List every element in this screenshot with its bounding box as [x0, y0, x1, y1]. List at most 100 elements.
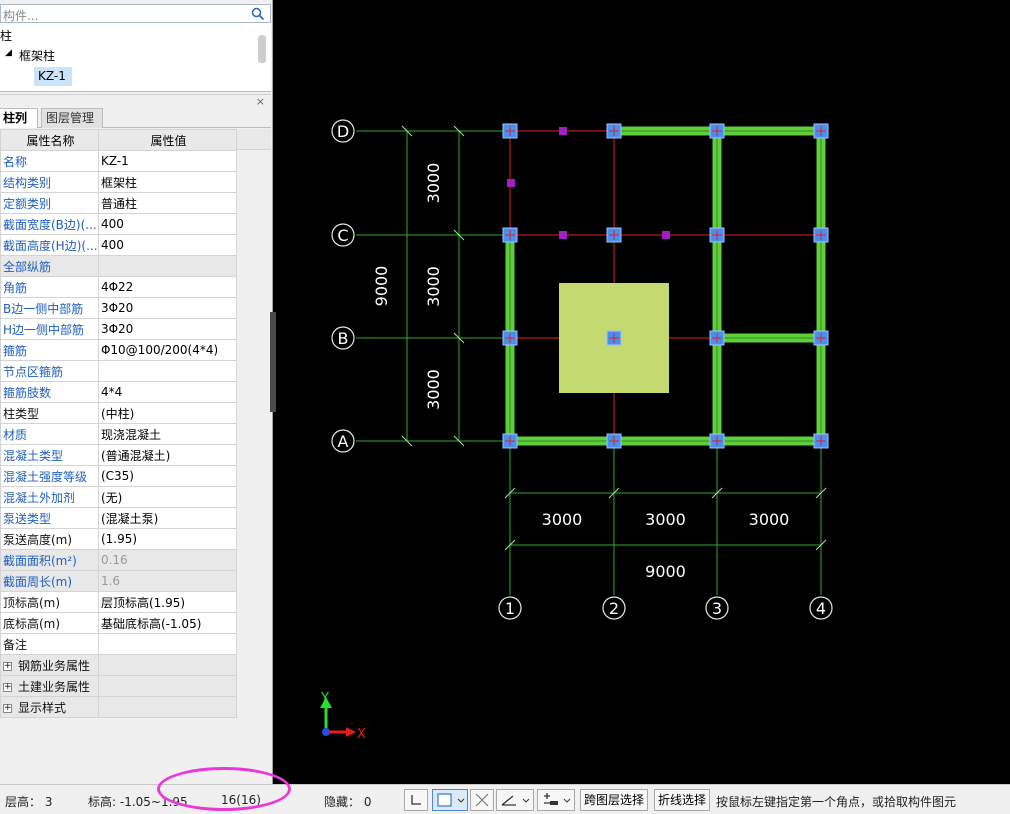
- row-value[interactable]: [97, 633, 238, 655]
- row-value[interactable]: 4*4: [97, 381, 238, 403]
- row-value[interactable]: 普通柱: [97, 192, 238, 214]
- close-icon[interactable]: ×: [256, 95, 265, 108]
- box-select-icon[interactable]: [432, 789, 468, 811]
- table-row[interactable]: 箍筋肢数 4*4: [0, 381, 238, 403]
- expand-plus-icon[interactable]: +: [3, 682, 12, 692]
- table-row[interactable]: 泵送高度(m) (1.95): [0, 528, 238, 550]
- row-name: 全部纵筋: [0, 255, 99, 277]
- row-name: 箍筋肢数: [0, 381, 99, 403]
- table-row[interactable]: 混凝土强度等级 (C35): [0, 465, 238, 487]
- row-value[interactable]: 层顶标高(1.95): [97, 591, 238, 613]
- row-value[interactable]: [97, 360, 238, 382]
- search-box[interactable]: 构件...: [0, 4, 271, 23]
- row-name: 泵送类型: [0, 507, 99, 529]
- group-display[interactable]: + 显示样式: [0, 696, 99, 718]
- table-row[interactable]: 名称 KZ-1: [0, 150, 238, 172]
- table-row[interactable]: 定额类别 普通柱: [0, 192, 238, 214]
- row-value[interactable]: 现浇混凝土: [97, 423, 238, 445]
- row-value[interactable]: Φ10@100/200(4*4): [97, 339, 238, 361]
- table-row[interactable]: 截面宽度(B边)(... 400: [0, 213, 238, 235]
- polyline-select-button[interactable]: 折线选择: [654, 789, 711, 811]
- row-name: B边一侧中部筋: [0, 297, 99, 319]
- table-row[interactable]: 底标高(m) 基础底标高(-1.05): [0, 612, 238, 634]
- expand-plus-icon[interactable]: +: [3, 661, 12, 671]
- purple-marker: [559, 231, 567, 239]
- row-value[interactable]: 3Φ20: [97, 318, 238, 340]
- group-label: 显示样式: [18, 700, 67, 715]
- row-value: 0.16: [97, 549, 238, 571]
- panel-splitter[interactable]: ×: [0, 94, 271, 108]
- row-value[interactable]: KZ-1: [97, 150, 238, 172]
- row-value[interactable]: (1.95): [97, 528, 238, 550]
- table-row[interactable]: H边一侧中部筋 3Φ20: [0, 318, 238, 340]
- axis-label-row: B: [338, 329, 349, 348]
- ortho-mode-icon[interactable]: [404, 789, 428, 811]
- table-row[interactable]: 截面高度(H边)(... 400: [0, 234, 238, 256]
- table-row-group[interactable]: + 土建业务属性: [0, 675, 238, 697]
- search-icon[interactable]: [251, 7, 265, 21]
- row-name: 混凝土类型: [0, 444, 99, 466]
- purple-marker: [507, 179, 515, 187]
- tab-layer-management[interactable]: 图层管理: [41, 108, 103, 128]
- row-value[interactable]: (普通混凝土): [97, 444, 238, 466]
- status-bar: 层高： 3 标高: -1.05~1.95 16(16) 隐藏： 0 跨图层选择 …: [0, 784, 1010, 814]
- row-name: 顶标高(m): [0, 591, 99, 613]
- collapse-triangle-icon[interactable]: ◢: [5, 48, 12, 58]
- table-row[interactable]: 柱类型 (中柱): [0, 402, 238, 424]
- tree-root-label[interactable]: 柱: [0, 27, 12, 44]
- table-row[interactable]: 截面周长(m) 1.6: [0, 570, 238, 592]
- row-value[interactable]: (无): [97, 486, 238, 508]
- cross-select-icon[interactable]: [470, 789, 494, 811]
- app-window: 构件... 柱 ◢ 框架柱 KZ-1 × 柱列表 图层管理 属性名称 属性值: [0, 0, 1010, 814]
- drawing-canvas[interactable]: D C B A 1 2 3 4 3000 3000 3000 9000 3000 3000 3000 900…: [276, 0, 1010, 784]
- row-name: 混凝土外加剂: [0, 486, 99, 508]
- insert-point-icon[interactable]: [537, 789, 575, 811]
- row-value[interactable]: (混凝土泵): [97, 507, 238, 529]
- tree-item-kz1[interactable]: KZ-1: [38, 69, 66, 83]
- row-value[interactable]: 基础底标高(-1.05): [97, 612, 238, 634]
- table-row[interactable]: 节点区箍筋: [0, 360, 238, 382]
- tree-category-label[interactable]: 框架柱: [19, 47, 55, 64]
- table-row[interactable]: 截面面积(m²) 0.16: [0, 549, 238, 571]
- table-row[interactable]: 混凝土外加剂 (无): [0, 486, 238, 508]
- ucs-origin: [322, 728, 330, 736]
- row-name: 混凝土强度等级: [0, 465, 99, 487]
- purple-marker: [559, 127, 567, 135]
- row-name: 截面面积(m²): [0, 549, 99, 571]
- table-row[interactable]: B边一侧中部筋 3Φ20: [0, 297, 238, 319]
- table-row[interactable]: 顶标高(m) 层顶标高(1.95): [0, 591, 238, 613]
- tree-scrollbar[interactable]: [258, 35, 266, 63]
- table-row[interactable]: 全部纵筋: [0, 255, 238, 277]
- expand-plus-icon[interactable]: +: [3, 703, 12, 713]
- row-value[interactable]: 3Φ20: [97, 297, 238, 319]
- row-value[interactable]: 400: [97, 213, 238, 235]
- table-row[interactable]: 泵送类型 (混凝土泵): [0, 507, 238, 529]
- row-name: 箍筋: [0, 339, 99, 361]
- table-row[interactable]: 材质 现浇混凝土: [0, 423, 238, 445]
- group-rebar[interactable]: + 钢筋业务属性: [0, 654, 99, 676]
- header-name: 属性名称: [0, 129, 99, 151]
- command-hint: 按鼠标左键指定第一个角点，或拾取构件图元: [716, 795, 957, 809]
- group-civil[interactable]: + 土建业务属性: [0, 675, 99, 697]
- row-value[interactable]: 400: [97, 234, 238, 256]
- table-row[interactable]: 混凝土类型 (普通混凝土): [0, 444, 238, 466]
- row-value[interactable]: 框架柱: [97, 171, 238, 193]
- tab-column-list[interactable]: 柱列表: [0, 108, 38, 144]
- table-row[interactable]: 备注: [0, 633, 238, 655]
- floor-plan-drawing[interactable]: D C B A 1 2 3 4 3000 3000 3000 9000 3000 3000 3000 900…: [276, 0, 1010, 784]
- table-row[interactable]: 箍筋 Φ10@100/200(4*4): [0, 339, 238, 361]
- row-value[interactable]: (C35): [97, 465, 238, 487]
- table-row[interactable]: 角筋 4Φ22: [0, 276, 238, 298]
- row-value[interactable]: [97, 255, 238, 277]
- row-value[interactable]: (中柱): [97, 402, 238, 424]
- table-row[interactable]: 结构类别 框架柱: [0, 171, 238, 193]
- table-header: 属性名称 属性值: [0, 129, 238, 151]
- table-header-filler: [237, 129, 271, 150]
- row-name: 名称: [0, 150, 99, 172]
- row-value[interactable]: 4Φ22: [97, 276, 238, 298]
- table-row-group[interactable]: + 钢筋业务属性: [0, 654, 238, 676]
- table-row-group[interactable]: + 显示样式: [0, 696, 238, 718]
- angle-tool-icon[interactable]: [496, 789, 534, 811]
- cross-layer-select-button[interactable]: 跨图层选择: [580, 789, 649, 811]
- property-table: 属性名称 属性值 名称 KZ-1 结构类别 框架柱 定额类别 普通柱 截面宽度(B边)…: [0, 129, 238, 718]
